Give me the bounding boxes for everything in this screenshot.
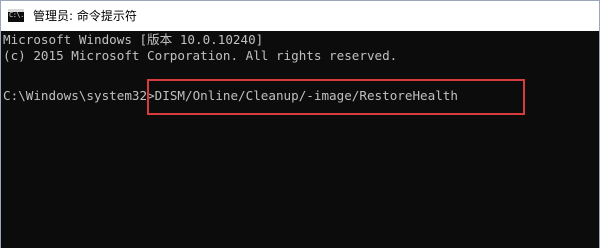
console-area[interactable]: Microsoft Windows [版本 10.0.10240] (c) 20… (1, 31, 599, 248)
command-prompt-window: C:\. 管理员: 命令提示符 Microsoft Windows [版本 10… (0, 0, 600, 248)
command-highlight-box (147, 79, 525, 115)
cmd-icon-glyph: C:\. (9, 11, 24, 19)
cmd-icon: C:\. (8, 9, 24, 22)
console-prompt: C:\Windows\system32> (3, 88, 155, 103)
window-title: 管理员: 命令提示符 (33, 9, 137, 23)
console-line-copyright: (c) 2015 Microsoft Corporation. All righ… (3, 48, 398, 63)
console-line-version: Microsoft Windows [版本 10.0.10240] (3, 32, 264, 47)
title-bar[interactable]: C:\. 管理员: 命令提示符 (1, 1, 599, 31)
